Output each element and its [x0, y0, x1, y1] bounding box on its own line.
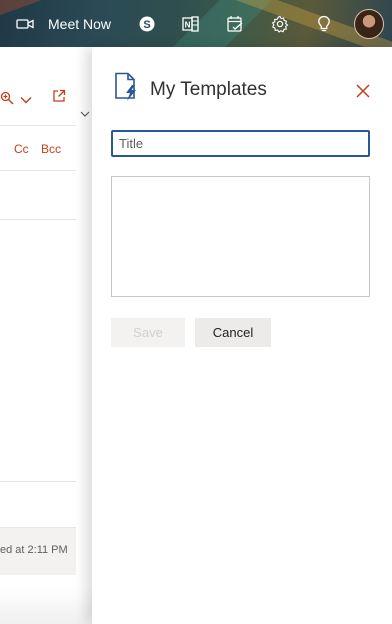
- avatar[interactable]: [352, 0, 386, 47]
- bottom-shade: [0, 587, 92, 624]
- cancel-button[interactable]: Cancel: [195, 318, 271, 347]
- my-templates-panel: My Templates Save Cancel: [92, 47, 392, 624]
- zoom-icon[interactable]: [0, 91, 14, 110]
- collapse-chevron-icon[interactable]: [80, 105, 90, 123]
- svg-text:N: N: [185, 20, 191, 29]
- save-button[interactable]: Save: [111, 318, 185, 347]
- template-body-textarea[interactable]: [111, 176, 370, 297]
- lightbulb-icon[interactable]: [313, 0, 335, 47]
- top-bar: Meet Now S N: [0, 0, 392, 47]
- onenote-icon[interactable]: N: [180, 0, 202, 47]
- close-icon[interactable]: [352, 80, 374, 102]
- divider: [0, 125, 76, 126]
- template-title-input[interactable]: [111, 130, 370, 157]
- video-camera-icon[interactable]: [14, 0, 36, 47]
- divider: [0, 219, 76, 220]
- gear-icon[interactable]: [268, 0, 292, 47]
- draft-saved-status: ed at 2:11 PM: [0, 544, 68, 556]
- avatar-image: [354, 8, 384, 39]
- background-toolbar: [0, 89, 92, 111]
- background-compose-area: Cc Bcc ed at 2:11 PM: [0, 47, 92, 624]
- divider: [0, 170, 76, 171]
- chevron-down-icon[interactable]: [20, 92, 32, 110]
- panel-header: My Templates: [92, 47, 392, 127]
- template-document-icon: [114, 72, 140, 107]
- svg-text:S: S: [143, 19, 150, 31]
- bcc-link[interactable]: Bcc: [41, 142, 61, 156]
- popout-icon[interactable]: [52, 89, 66, 108]
- todo-icon[interactable]: [224, 0, 246, 47]
- skype-icon[interactable]: S: [136, 0, 158, 47]
- meet-now-button[interactable]: Meet Now: [48, 0, 111, 47]
- divider: [0, 481, 76, 482]
- cc-link[interactable]: Cc: [14, 142, 29, 156]
- page-title: My Templates: [150, 79, 267, 100]
